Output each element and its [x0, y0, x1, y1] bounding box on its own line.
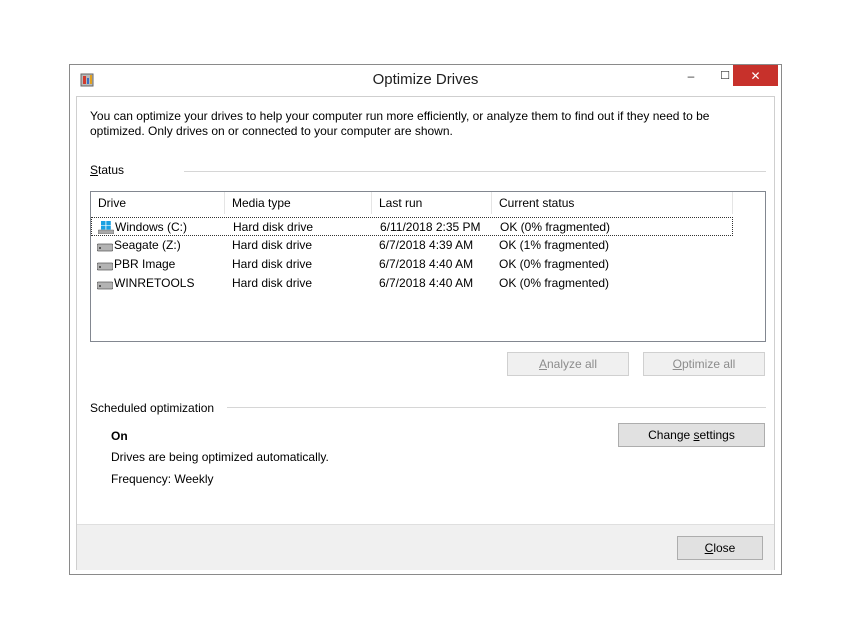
- drive-last-run: 6/11/2018 2:35 PM: [380, 220, 481, 234]
- drive-row[interactable]: Windows (C:) Hard disk drive 6/11/2018 2…: [91, 217, 733, 236]
- schedule-divider: [227, 407, 766, 408]
- change-settings-button[interactable]: Change settings: [618, 423, 765, 447]
- hard-drive-icon: [97, 281, 113, 290]
- status-divider: [184, 171, 766, 172]
- column-header-last-run[interactable]: Last run: [372, 192, 492, 214]
- close-window-button[interactable]: ✕: [733, 65, 778, 86]
- minimize-button[interactable]: –: [674, 65, 708, 86]
- drive-row[interactable]: WINRETOOLS Hard disk drive 6/7/2018 4:40…: [91, 274, 733, 293]
- optimize-drives-window: Optimize Drives – ☐ ✕ You can optimize y…: [69, 64, 782, 575]
- drive-media-type: Hard disk drive: [232, 257, 313, 271]
- drive-name: Windows (C:): [115, 220, 188, 234]
- drive-last-run: 6/7/2018 4:39 AM: [379, 238, 474, 252]
- column-header-media-type[interactable]: Media type: [225, 192, 372, 214]
- scheduled-optimization-label: Scheduled optimization: [90, 401, 215, 415]
- drive-name: WINRETOOLS: [114, 276, 195, 290]
- drive-media-type: Hard disk drive: [233, 220, 314, 234]
- drive-current-status: OK (0% fragmented): [499, 257, 610, 271]
- title-bar[interactable]: Optimize Drives – ☐ ✕: [70, 65, 781, 93]
- schedule-description: Drives are being optimized automatically…: [111, 450, 329, 464]
- analyze-all-button[interactable]: Analyze all: [507, 352, 629, 376]
- drive-row[interactable]: PBR Image Hard disk drive 6/7/2018 4:40 …: [91, 255, 733, 274]
- drive-name: Seagate (Z:): [114, 238, 181, 252]
- dialog-footer: Close: [77, 524, 774, 570]
- status-section-label: Status: [90, 163, 125, 177]
- drive-last-run: 6/7/2018 4:40 AM: [379, 276, 474, 290]
- close-button[interactable]: Close: [677, 536, 763, 560]
- content-panel: You can optimize your drives to help you…: [76, 96, 775, 570]
- hard-drive-icon: [97, 262, 113, 271]
- column-header-current-status[interactable]: Current status: [492, 192, 733, 214]
- drives-list[interactable]: Drive Media type Last run Current status…: [90, 191, 766, 342]
- intro-text: You can optimize your drives to help you…: [90, 109, 710, 138]
- hard-drive-icon: [97, 243, 113, 252]
- drive-media-type: Hard disk drive: [232, 276, 313, 290]
- windows-drive-icon: [98, 221, 114, 234]
- drive-current-status: OK (1% fragmented): [499, 238, 610, 252]
- column-header-drive[interactable]: Drive: [91, 192, 225, 214]
- drive-last-run: 6/7/2018 4:40 AM: [379, 257, 474, 271]
- drive-current-status: OK (0% fragmented): [499, 276, 610, 290]
- schedule-frequency: Frequency: Weekly: [111, 472, 214, 486]
- drive-media-type: Hard disk drive: [232, 238, 313, 252]
- drive-current-status: OK (0% fragmented): [500, 220, 611, 234]
- drive-row[interactable]: Seagate (Z:) Hard disk drive 6/7/2018 4:…: [91, 236, 733, 255]
- schedule-state: On: [111, 429, 128, 443]
- drive-name: PBR Image: [114, 257, 176, 271]
- optimize-all-button[interactable]: Optimize all: [643, 352, 765, 376]
